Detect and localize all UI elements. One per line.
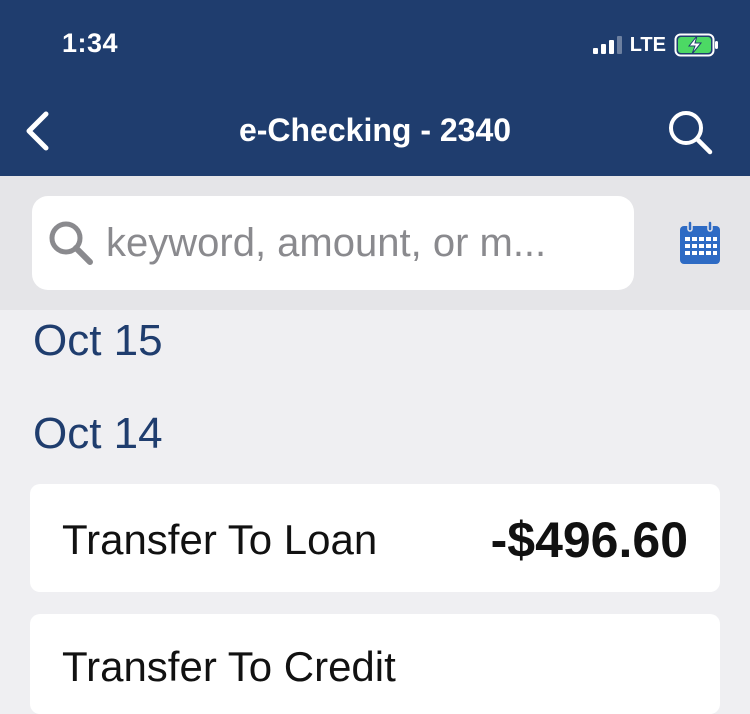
transaction-description: Transfer To Credit <box>62 643 396 690</box>
app-header: 1:34 LTE e-Checking - 2340 <box>0 0 750 176</box>
search-field[interactable] <box>32 196 634 290</box>
date-header: Oct 15 <box>33 316 163 365</box>
transaction-description: Transfer To Loan <box>62 516 378 563</box>
search-input[interactable] <box>106 220 626 266</box>
search-icon <box>49 221 93 265</box>
status-indicators: LTE <box>592 32 720 58</box>
signal-icon <box>592 36 622 54</box>
battery-charging-icon <box>674 33 718 57</box>
date-header: Oct 14 <box>33 409 163 458</box>
transaction-row[interactable]: Transfer To Credit <box>30 614 720 714</box>
status-time: 1:34 <box>62 28 119 58</box>
search-icon[interactable] <box>666 108 714 156</box>
page-title: e-Checking - 2340 <box>238 112 512 148</box>
network-type: LTE <box>629 33 666 56</box>
calendar-icon[interactable] <box>678 220 722 266</box>
transaction-row[interactable]: Transfer To Loan -$496.60 <box>30 484 720 592</box>
search-bar <box>0 176 750 310</box>
transaction-amount: -$496.60 <box>490 512 688 568</box>
